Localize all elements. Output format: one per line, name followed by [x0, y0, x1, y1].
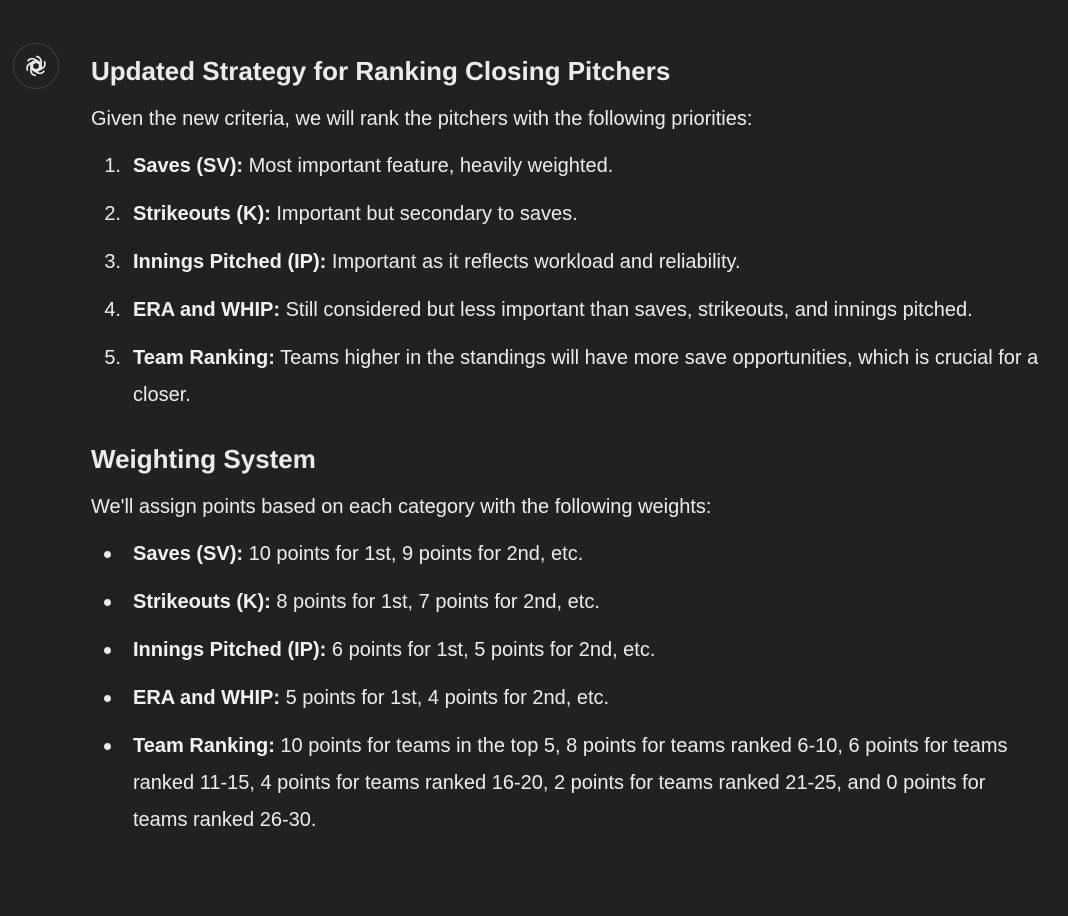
weights-list: Saves (SV): 10 points for 1st, 9 points … — [91, 536, 1041, 839]
item-text: Still considered but less important than… — [280, 299, 973, 321]
strategy-intro: Given the new criteria, we will rank the… — [91, 108, 753, 130]
item-label: Saves (SV): — [133, 155, 244, 177]
list-number: 1. — [104, 155, 121, 177]
section-heading-strategy: Updated Strategy for Ranking Closing Pit… — [91, 56, 671, 86]
list-item: ERA and WHIP: 5 points for 1st, 4 points… — [91, 680, 1041, 717]
item-text: Important as it reflects workload and re… — [326, 251, 741, 273]
list-number: 4. — [104, 299, 121, 321]
assistant-message: Updated Strategy for Ranking Closing Pit… — [91, 54, 1041, 850]
list-item: 3. Innings Pitched (IP): Important as it… — [91, 244, 1041, 281]
openai-logo-icon — [26, 55, 46, 77]
list-number: 3. — [104, 251, 121, 273]
item-text: 6 points for 1st, 5 points for 2nd, etc. — [326, 639, 656, 661]
item-label: Team Ranking: — [133, 347, 275, 369]
list-number: 5. — [104, 347, 121, 369]
bullet-dot — [104, 551, 111, 558]
bullet-dot — [104, 695, 111, 702]
item-text: 8 points for 1st, 7 points for 2nd, etc. — [270, 591, 600, 613]
item-label: ERA and WHIP: — [133, 687, 281, 709]
item-label: Strikeouts (K): — [133, 591, 271, 613]
section-heading-weighting: Weighting System — [91, 444, 316, 474]
weighting-intro: We'll assign points based on each catego… — [91, 496, 712, 518]
item-label: Innings Pitched (IP): — [133, 251, 327, 273]
list-item: 1. Saves (SV): Most important feature, h… — [91, 148, 1041, 185]
item-text: Most important feature, heavily weighted… — [243, 155, 614, 177]
item-label: Team Ranking: — [133, 735, 275, 757]
item-label: Innings Pitched (IP): — [133, 639, 327, 661]
priorities-list: 1. Saves (SV): Most important feature, h… — [91, 148, 1041, 414]
list-item: 2. Strikeouts (K): Important but seconda… — [91, 196, 1041, 233]
item-text: 10 points for 1st, 9 points for 2nd, etc… — [243, 543, 584, 565]
bullet-dot — [104, 599, 111, 606]
list-item: Team Ranking: 10 points for teams in the… — [91, 728, 1041, 839]
list-item: Strikeouts (K): 8 points for 1st, 7 poin… — [91, 584, 1041, 621]
item-text: Important but secondary to saves. — [270, 203, 578, 225]
list-item: 4. ERA and WHIP: Still considered but le… — [91, 292, 1041, 329]
bullet-dot — [104, 647, 111, 654]
item-label: Saves (SV): — [133, 543, 244, 565]
list-number: 2. — [104, 203, 121, 225]
item-text: 5 points for 1st, 4 points for 2nd, etc. — [280, 687, 610, 709]
item-label: ERA and WHIP: — [133, 299, 281, 321]
list-item: Saves (SV): 10 points for 1st, 9 points … — [91, 536, 1041, 573]
item-label: Strikeouts (K): — [133, 203, 271, 225]
assistant-avatar — [13, 43, 59, 89]
bullet-dot — [104, 743, 111, 750]
list-item: Innings Pitched (IP): 6 points for 1st, … — [91, 632, 1041, 669]
list-item: 5. Team Ranking: Teams higher in the sta… — [91, 340, 1041, 414]
